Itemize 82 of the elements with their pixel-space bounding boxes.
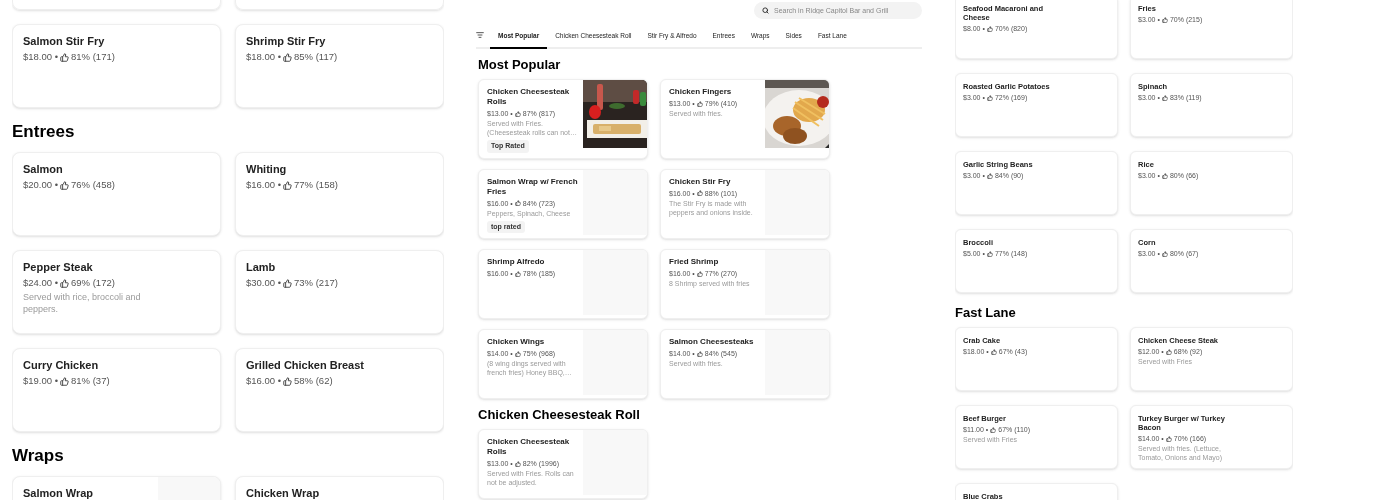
item-price: $20.00 • (23, 179, 59, 191)
item-price: $18.00 • (246, 51, 282, 63)
item-price: $16.00 • (246, 179, 282, 191)
thumbs-up-icon (1161, 16, 1168, 23)
item-card[interactable]: Whiting $16.00 • 77% (158) (235, 152, 444, 236)
item-name: Salmon Cheesesteaks (669, 337, 754, 347)
item-price: $30.00 • (246, 277, 282, 289)
list-icon[interactable] (476, 31, 484, 39)
thumbs-up-icon (60, 180, 70, 190)
item-card[interactable]: Salmon $20.00 • 76% (458) (12, 152, 221, 236)
item-name: Salmon Wrap (23, 486, 94, 500)
section-heading: Entrees (12, 121, 76, 143)
item-name: Salmon Stir Fry (23, 34, 105, 48)
thumbs-up-icon (283, 376, 293, 386)
thumbs-up-icon (1161, 250, 1168, 257)
section-heading: Wraps (12, 445, 65, 467)
item-rating: 69% (172) (71, 277, 115, 289)
item-name: Chicken Cheesesteak Rolls (487, 437, 571, 457)
item-name: Grilled Chicken Breast (246, 358, 364, 372)
item-description: Served with rice, broccoli and peppers. (23, 291, 142, 315)
thumbs-up-icon (1161, 172, 1168, 179)
thumbs-up-icon (1161, 94, 1168, 101)
item-rating: 76% (458) (71, 179, 115, 191)
item-card[interactable]: Salmon Stir Fry $18.00 • 81% (171) (12, 24, 221, 108)
item-name: Shrimp Alfredo (487, 257, 545, 267)
item-card[interactable]: Pepper Steak $24.00 • 69% (172) Served with rice, broccoli and peppers. (12, 250, 221, 334)
thumbs-up-icon (696, 190, 703, 196)
item-rating: 85% (117) (294, 51, 338, 63)
thumbs-up-icon (1165, 348, 1172, 355)
thumbs-up-icon (514, 200, 521, 206)
item-name: Chicken Wings (487, 337, 545, 347)
item-name: Shrimp Stir Fry (246, 34, 326, 48)
thumbs-up-icon (696, 100, 703, 107)
thumbs-up-icon (283, 180, 293, 190)
item-card[interactable]: Grilled Chicken Breast $16.00 • 58% (62) (235, 348, 444, 432)
item-price: $24.00 • (23, 277, 59, 289)
section-heading: Fast Lane (955, 305, 1017, 321)
thumbs-up-icon (986, 94, 993, 101)
item-price: $16.00 • (246, 375, 282, 387)
thumbs-up-icon (990, 348, 997, 355)
thumbs-up-icon (514, 460, 521, 467)
thumbs-up-icon (986, 172, 993, 179)
thumbs-up-icon (283, 278, 293, 288)
item-card[interactable]: Shrimp Stir Fry $18.00 • 85% (117) (235, 24, 444, 108)
item-name: Curry Chicken (23, 358, 99, 372)
item-name: Whiting (246, 162, 287, 176)
item-price: $19.00 • (23, 375, 59, 387)
search-icon (762, 7, 769, 14)
item-name: Chicken Stir Fry (669, 176, 731, 187)
item-name: Salmon (23, 162, 63, 176)
thumbs-up-icon (990, 426, 997, 433)
thumbs-up-icon (986, 250, 993, 257)
item-rating: 58% (62) (294, 375, 333, 387)
item-name: Chicken Cheesesteak Rolls (487, 87, 571, 107)
section-heading: Chicken Cheesesteak Roll (477, 407, 641, 423)
thumbs-up-icon (60, 278, 70, 288)
thumbs-up-icon (514, 350, 521, 357)
item-card[interactable]: Salmon Wrap (12, 476, 221, 500)
item-name: Chicken Fingers (669, 87, 732, 97)
item-rating: 77% (158) (294, 179, 338, 191)
thumbs-up-icon (986, 25, 993, 32)
thumbs-up-icon (696, 350, 703, 357)
thumbs-up-icon (514, 270, 521, 277)
thumbs-up-icon (60, 52, 70, 62)
item-rating: 81% (37) (71, 375, 110, 387)
thumbs-up-icon (696, 270, 703, 277)
section-heading: Most Popular (477, 57, 562, 73)
item-name: Fried Shrimp (669, 257, 719, 267)
item-card[interactable]: Curry Chicken $19.00 • 81% (37) (12, 348, 221, 432)
item-name: Salmon Wrap w/ French Fries (487, 176, 579, 197)
item-name: Pepper Steak (23, 260, 93, 274)
thumbs-up-icon (514, 110, 521, 117)
item-name: Lamb (246, 260, 276, 274)
item-card[interactable]: Lamb $30.00 • 73% (217) (235, 250, 444, 334)
thumbs-up-icon (60, 376, 70, 386)
item-name: Chicken Wrap (246, 486, 320, 500)
item-rating: 81% (171) (71, 51, 115, 63)
item-price: $18.00 • (23, 51, 59, 63)
thumbs-up-icon (1165, 435, 1172, 442)
item-rating: 73% (217) (294, 277, 338, 289)
item-card[interactable]: Chicken Wrap (235, 476, 444, 500)
thumbs-up-icon (283, 52, 293, 62)
